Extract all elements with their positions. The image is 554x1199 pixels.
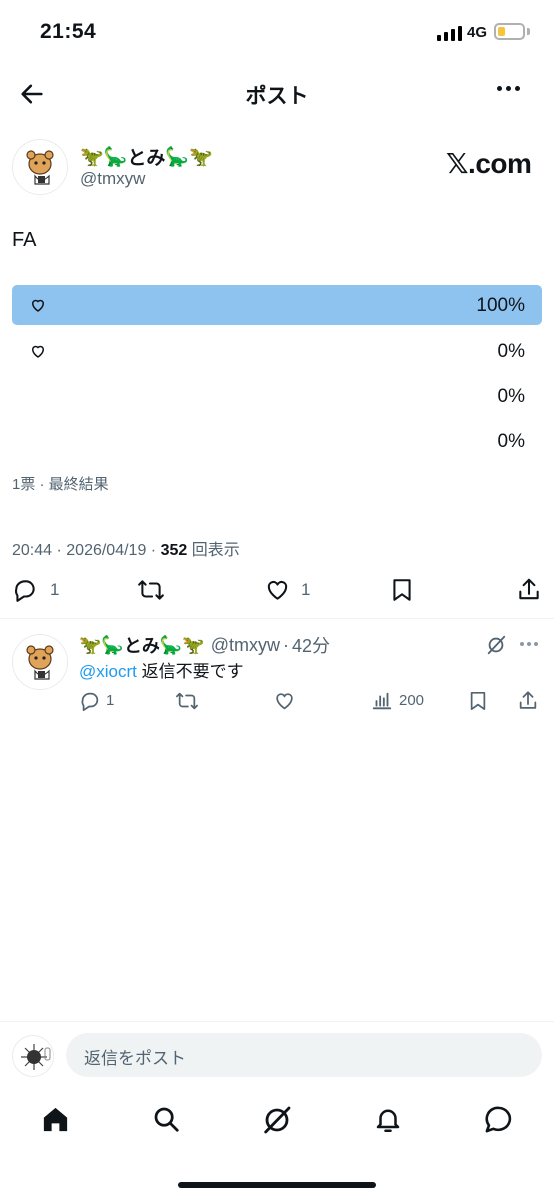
reply-text: @xiocrt 返信不要です: [79, 657, 244, 682]
reply-avatar[interactable]: [12, 634, 68, 690]
author-handle[interactable]: @tmxyw: [80, 169, 145, 189]
reply-reply-icon[interactable]: [79, 690, 101, 712]
name-emoji-4: 🦖: [189, 146, 213, 168]
reply-icon[interactable]: [12, 577, 38, 603]
divider: [0, 618, 554, 619]
poll-option-2-percent: 0%: [497, 341, 525, 362]
avatar[interactable]: [12, 139, 68, 195]
reply-reply-count: 1: [106, 692, 115, 709]
author-name-text: とみ: [127, 148, 166, 169]
home-icon[interactable]: [40, 1104, 71, 1135]
post-text: FA: [12, 229, 37, 251]
reply-author-name[interactable]: とみ: [124, 632, 160, 658]
home-indicator[interactable]: [178, 1182, 376, 1188]
bookmark-icon[interactable]: [390, 577, 414, 603]
reply-handle[interactable]: @tmxyw: [211, 635, 280, 656]
search-icon[interactable]: [151, 1104, 181, 1134]
share-icon[interactable]: [516, 576, 542, 603]
reply-input-placeholder: 返信をポスト: [84, 1049, 186, 1068]
reply-bookmark-icon[interactable]: [468, 690, 488, 712]
poll-winner-bar: [12, 285, 542, 325]
reply-like-icon[interactable]: [273, 690, 296, 712]
more-dots-icon[interactable]: [497, 86, 520, 91]
like-icon[interactable]: [264, 577, 291, 603]
brand-logo: 𝕏.com: [446, 148, 532, 179]
reply-share-icon[interactable]: [517, 689, 539, 712]
heart-icon: [29, 342, 47, 360]
post-timestamp: 20:44 · 2026/04/19 · 352 回表示: [12, 542, 240, 559]
composer-divider: [0, 1021, 554, 1022]
status-time: 21:54: [40, 20, 97, 43]
grok-nav-icon[interactable]: [261, 1104, 293, 1136]
reply-repost-icon[interactable]: [175, 690, 199, 712]
signal-icon: [437, 25, 462, 41]
bell-icon[interactable]: [373, 1104, 403, 1135]
messages-icon[interactable]: [483, 1104, 514, 1135]
reply-separator: ·: [282, 634, 289, 655]
reply-text-body: 返信不要です: [141, 662, 244, 681]
like-count: 1: [301, 580, 311, 599]
analytics-icon[interactable]: [371, 690, 393, 712]
reply-mention[interactable]: @xiocrt: [79, 662, 137, 681]
reply-name-emoji-1: 🦖: [79, 634, 102, 655]
heart-icon: [29, 296, 47, 314]
poll-option-1-percent: 100%: [476, 295, 525, 316]
reply-view-count: 200: [399, 692, 425, 709]
repost-icon[interactable]: [137, 577, 165, 603]
post-time: 20:44: [12, 542, 53, 559]
views-label: 回表示: [191, 542, 240, 559]
my-avatar[interactable]: [12, 1035, 54, 1077]
reply-name-emoji-3: 🦕: [159, 634, 183, 655]
view-count: 352: [160, 542, 188, 559]
poll-option-3-percent: 0%: [497, 386, 525, 407]
poll-option-4-percent: 0%: [497, 431, 525, 452]
reply-more-icon[interactable]: [520, 642, 538, 646]
page-title: ポスト: [245, 85, 309, 108]
poll-summary: 1票 · 最終結果: [12, 476, 109, 493]
battery-icon: [494, 23, 525, 40]
name-emoji-1: 🦖: [80, 146, 104, 168]
reply-header: 🦖 🦕 とみ 🦕 🦖 @tmxyw · 42分: [79, 632, 330, 658]
author-name[interactable]: 🦖 🦕 とみ 🦕 🦖: [80, 143, 213, 170]
grok-icon[interactable]: [485, 634, 507, 656]
reply-count: 1: [50, 580, 60, 599]
name-emoji-3: 🦕: [165, 146, 190, 168]
reply-age: 42分: [291, 636, 330, 656]
network-label: 4G: [467, 24, 488, 41]
name-emoji-2: 🦕: [103, 146, 128, 168]
reply-name-emoji-4: 🦖: [182, 634, 205, 655]
reply-name-emoji-2: 🦕: [101, 634, 124, 655]
battery-tip: [527, 28, 530, 35]
post-date[interactable]: 2026/04/19: [66, 542, 146, 559]
